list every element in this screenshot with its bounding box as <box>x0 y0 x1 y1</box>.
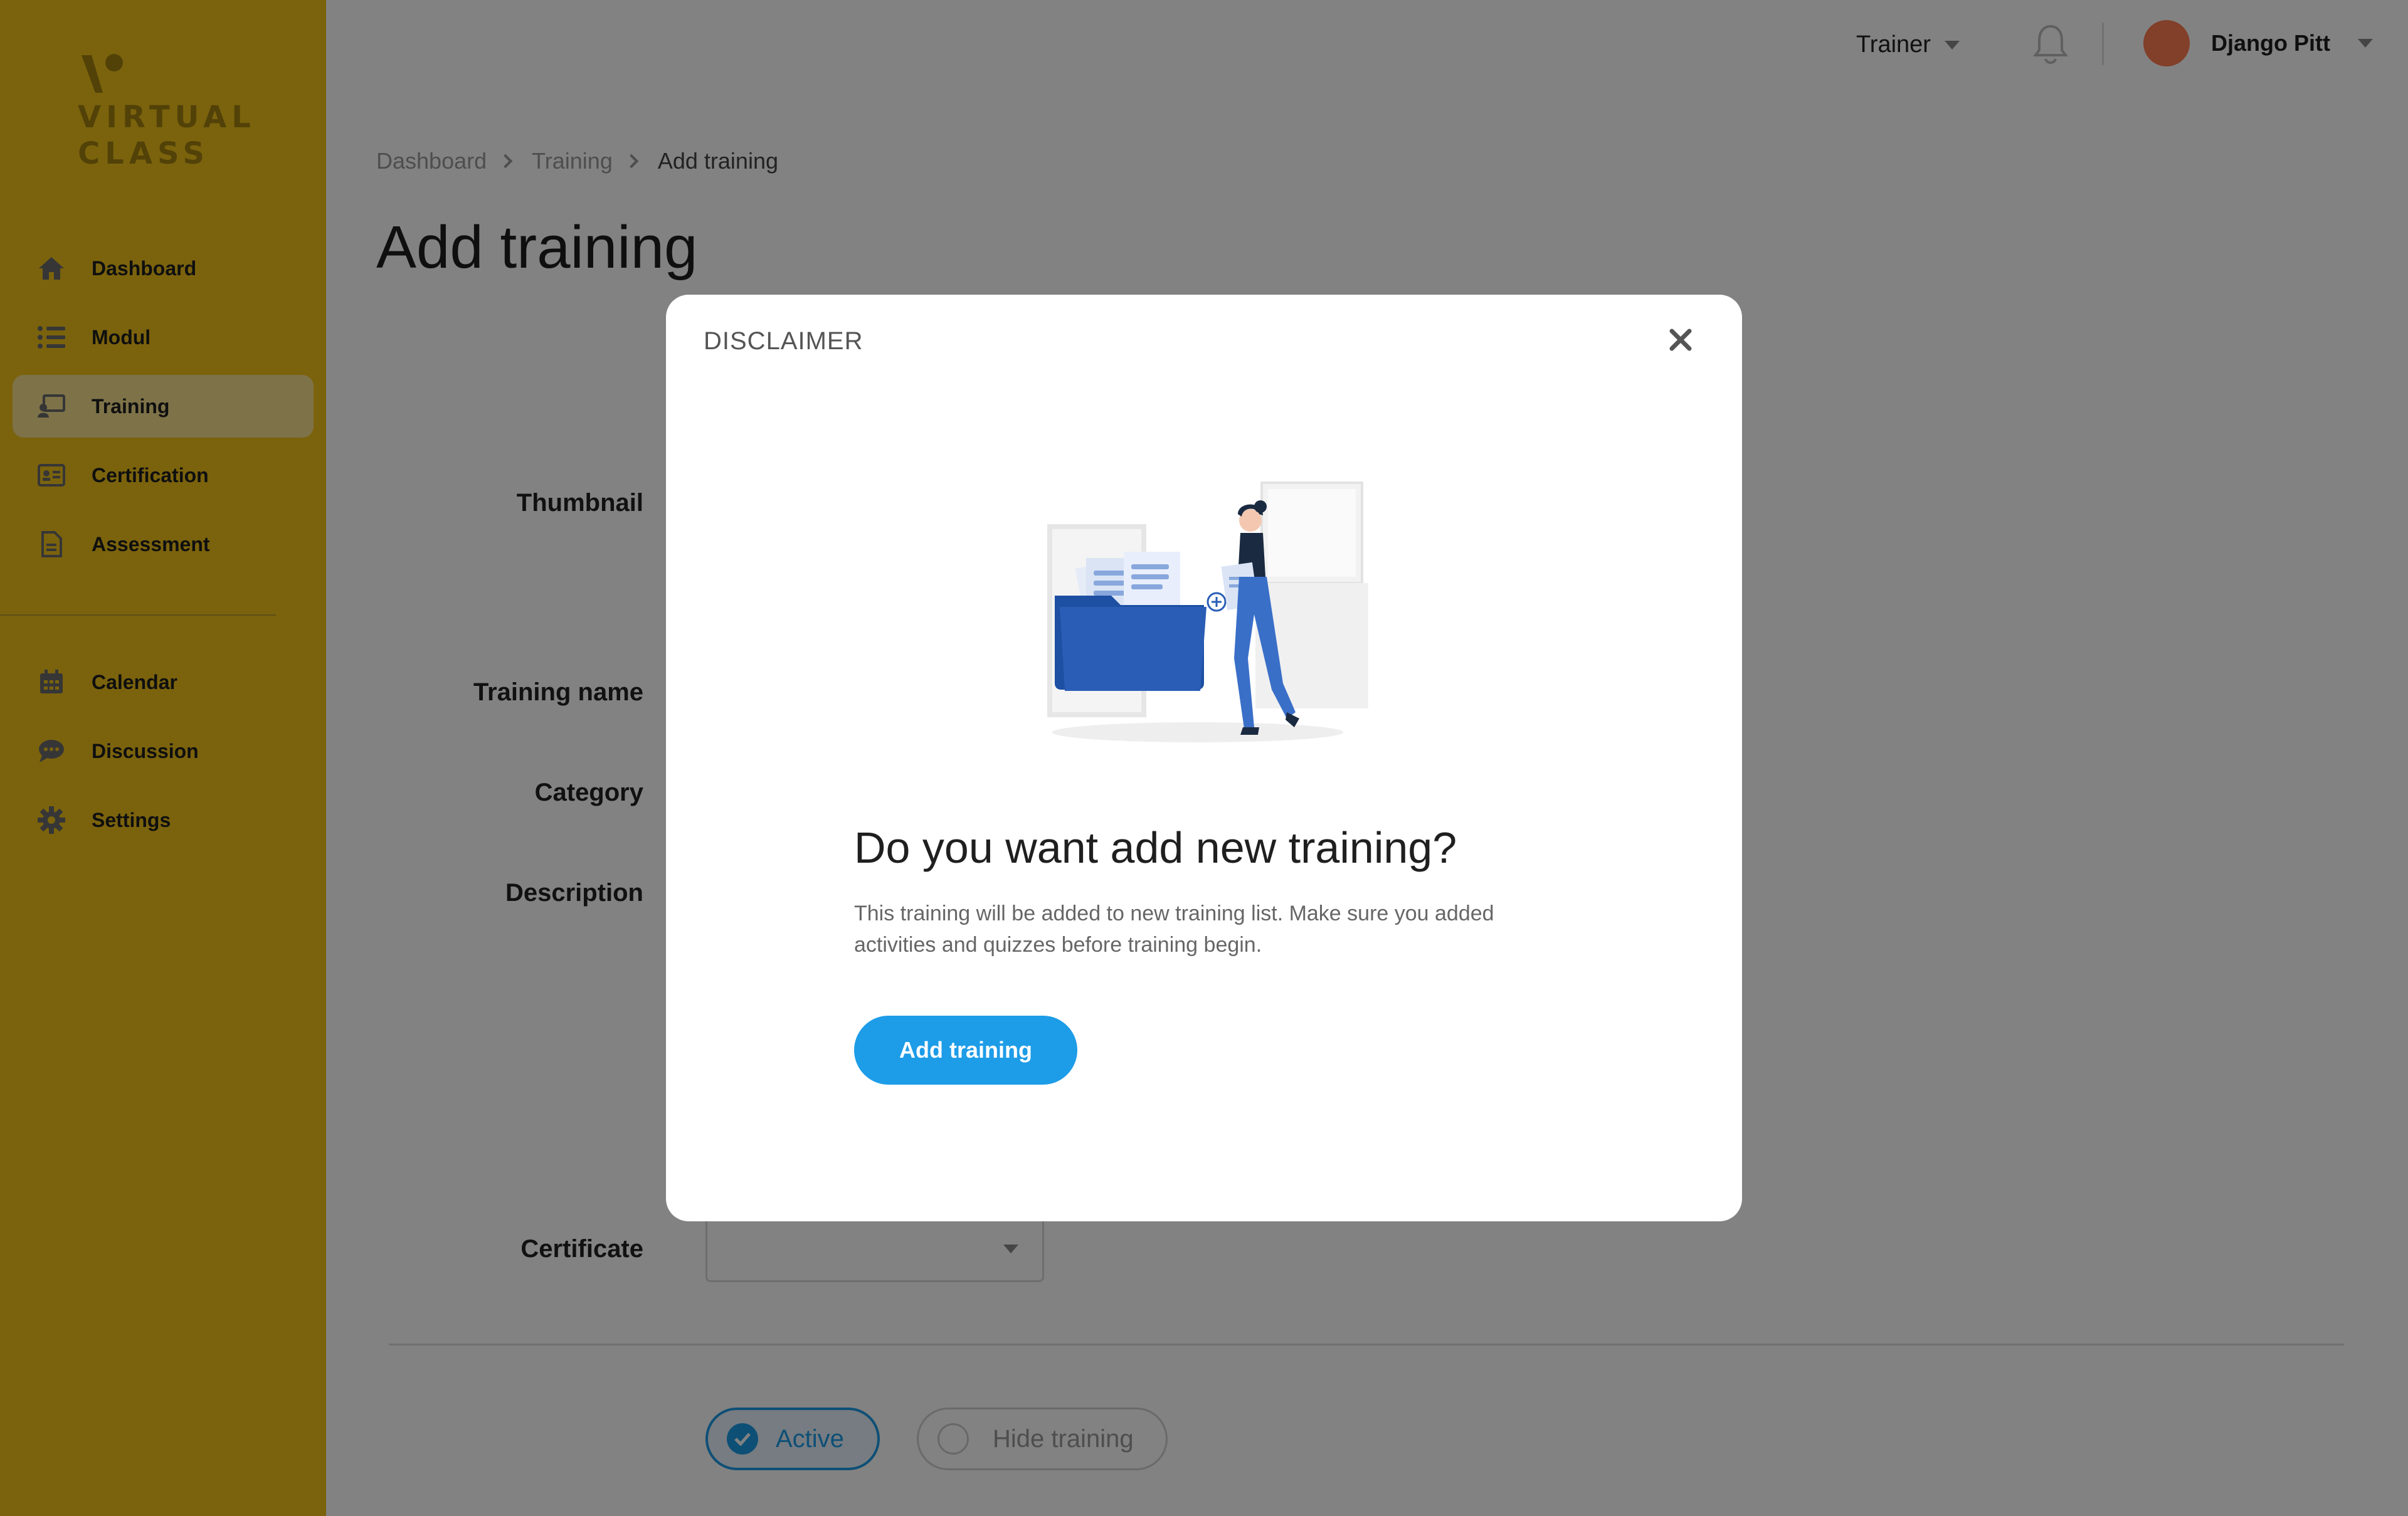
disclaimer-modal: DISCLAIMER Do you want add new training?… <box>666 295 1742 1221</box>
modal-title: DISCLAIMER <box>704 327 863 355</box>
add-training-button[interactable]: Add training <box>854 1016 1077 1085</box>
folder-illustration <box>1042 470 1368 746</box>
modal-question: Do you want add new training? <box>854 823 1457 872</box>
close-icon[interactable] <box>1668 327 1693 352</box>
modal-description: This training will be added to new train… <box>854 902 1494 957</box>
